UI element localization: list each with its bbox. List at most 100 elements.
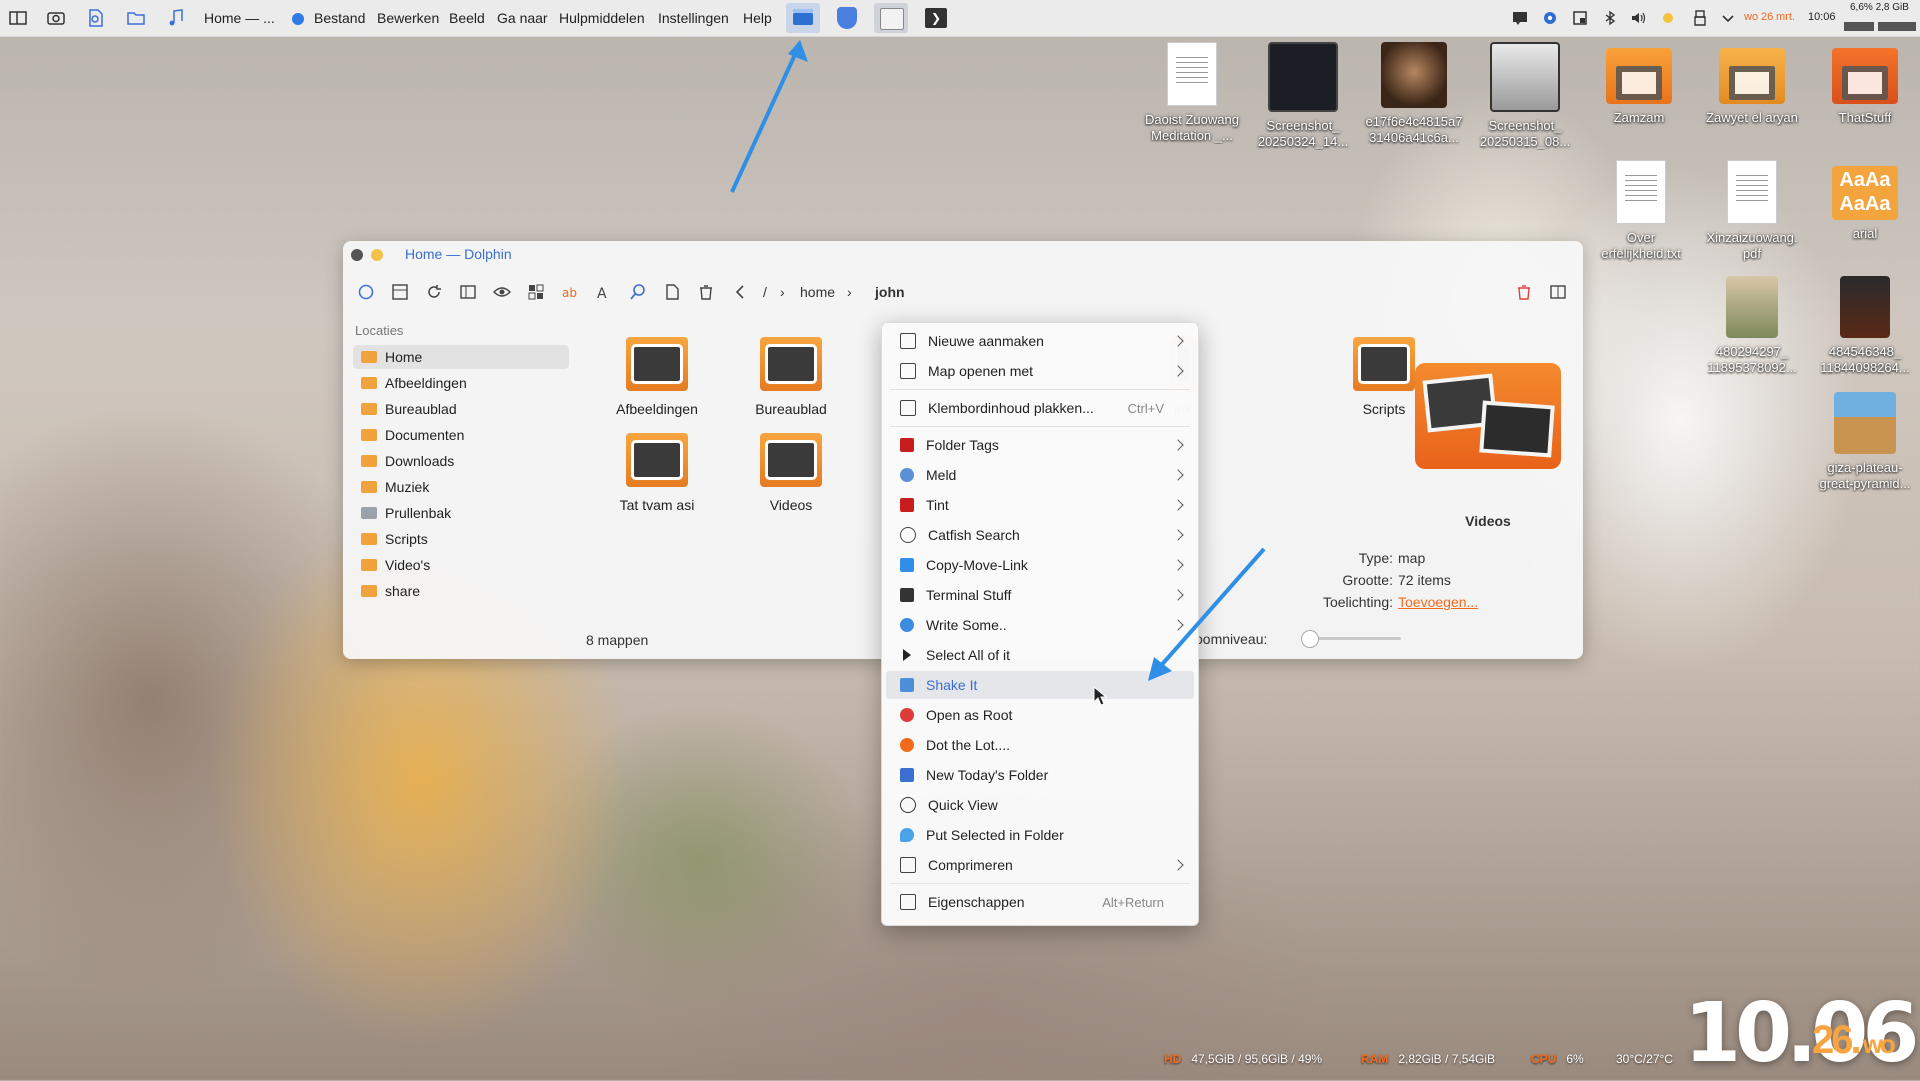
task-dolphin[interactable] xyxy=(786,3,820,33)
split-panel-icon[interactable] xyxy=(1547,281,1569,303)
desktop-icon-label: 484546348_ 11844098264... xyxy=(1820,344,1910,375)
menu-ga-naar[interactable]: Ga naar xyxy=(497,10,548,26)
chevron-down-icon[interactable] xyxy=(1718,8,1738,28)
top-panel: Home — ... Bestand Bewerken Beeld Ga naa… xyxy=(0,0,1920,37)
music-icon[interactable] xyxy=(164,6,188,30)
eye-icon[interactable] xyxy=(491,281,513,303)
menu-item-plakken[interactable]: Klembordinhoud plakken... Ctrl+V xyxy=(886,394,1194,422)
active-window-title[interactable]: Home — ... xyxy=(204,10,275,26)
back-icon[interactable] xyxy=(730,281,752,303)
sidebar-item-home[interactable]: Home xyxy=(353,345,569,369)
breadcrumb-home[interactable]: home xyxy=(800,284,835,300)
file-item-afbeeldingen[interactable]: Afbeeldingen xyxy=(597,337,717,417)
usb-icon[interactable] xyxy=(1690,8,1710,28)
notes-icon[interactable] xyxy=(1510,8,1530,28)
desktop-icon-document[interactable]: Over erfelijkheid.txt xyxy=(1586,160,1696,262)
desktop-icon-image[interactable]: giza-plateau- great-pyramid... xyxy=(1810,392,1920,492)
menu-beeld[interactable]: Beeld xyxy=(449,10,485,26)
split-view-icon[interactable] xyxy=(389,281,411,303)
menu-item-quick-view[interactable]: Quick View xyxy=(886,791,1194,819)
rename-icon[interactable]: ab xyxy=(559,281,581,303)
menu-item-tint[interactable]: Tint xyxy=(886,491,1194,519)
weather-icon[interactable] xyxy=(1658,8,1678,28)
file-item-tat-tvam-asi[interactable]: Tat tvam asi xyxy=(597,433,717,513)
folder-icon[interactable] xyxy=(124,6,148,30)
new-document-icon[interactable] xyxy=(661,281,683,303)
task-window[interactable] xyxy=(874,3,908,33)
volume-icon[interactable] xyxy=(1628,8,1648,28)
desktop-icon-document[interactable]: Daoist Zuowang Meditation _... xyxy=(1137,42,1247,144)
grid-view-icon[interactable] xyxy=(525,281,547,303)
desktop-icon-label: Zamzam xyxy=(1613,110,1665,125)
desktop-icon-image[interactable]: 484546348_ 11844098264... xyxy=(1810,276,1920,376)
tray-clock[interactable]: 10:06 xyxy=(1808,11,1836,23)
settings-icon[interactable] xyxy=(1540,8,1560,28)
menu-item-shake-it[interactable]: Shake It xyxy=(886,671,1194,699)
bluetooth-icon[interactable] xyxy=(1600,8,1620,28)
zoom-slider[interactable] xyxy=(1313,637,1401,640)
menu-bewerken[interactable]: Bewerken xyxy=(377,10,439,26)
trash-icon[interactable] xyxy=(695,281,717,303)
file-item-videos[interactable]: Videos xyxy=(731,433,851,513)
clipboard-icon[interactable] xyxy=(1570,8,1590,28)
sidebar-item-share[interactable]: share xyxy=(353,579,569,603)
menu-bestand[interactable]: Bestand xyxy=(314,10,365,26)
desktop-icon-image[interactable]: Screenshot_ 20250324_14... xyxy=(1248,42,1358,150)
sidebar-item-downloads[interactable]: Downloads xyxy=(353,449,569,473)
menu-item-dot-the-lot[interactable]: Dot the Lot.... xyxy=(886,731,1194,759)
sidebar-item-documenten[interactable]: Documenten xyxy=(353,423,569,447)
sidebar-item-scripts[interactable]: Scripts xyxy=(353,527,569,551)
desktop-icon-folder[interactable]: ThatStuff xyxy=(1810,48,1920,126)
sidebar-item-videos[interactable]: Video's xyxy=(353,553,569,577)
menu-item-select-all[interactable]: Select All of it xyxy=(886,641,1194,669)
desktop-icon-folder[interactable]: Zamzam xyxy=(1584,48,1694,126)
desktop-icon-font[interactable]: AaAa AaAa arial xyxy=(1810,166,1920,242)
search-icon[interactable] xyxy=(627,281,649,303)
zoom-slider-handle[interactable] xyxy=(1301,630,1319,648)
breadcrumb-root[interactable]: / xyxy=(763,284,767,300)
sidebar-item-prullenbak[interactable]: Prullenbak xyxy=(353,501,569,525)
desktop-icon-folder[interactable]: Zawyet el aryan xyxy=(1697,48,1807,126)
menu-item-new-todays-folder[interactable]: New Today's Folder xyxy=(886,761,1194,789)
screenshot-icon[interactable] xyxy=(44,6,68,30)
menu-item-put-selected[interactable]: Put Selected in Folder xyxy=(886,821,1194,849)
desktop-icon-image[interactable]: Screenshot_ 20250315_08... xyxy=(1470,42,1580,150)
menu-item-map-openen-met[interactable]: Map openen met xyxy=(886,357,1194,385)
menu-item-eigenschappen[interactable]: Eigenschappen Alt+Return xyxy=(886,888,1194,916)
sidebar-item-bureaublad[interactable]: Bureaublad xyxy=(353,397,569,421)
info-name: Videos xyxy=(1465,513,1511,529)
menu-item-terminal-stuff[interactable]: Terminal Stuff xyxy=(886,581,1194,609)
menu-item-open-as-root[interactable]: Open as Root xyxy=(886,701,1194,729)
menu-item-catfish-search[interactable]: Catfish Search xyxy=(886,521,1194,549)
menu-instellingen[interactable]: Instellingen xyxy=(658,10,729,26)
file-item-bureaublad[interactable]: Bureaublad xyxy=(731,337,851,417)
breadcrumb-john[interactable]: john xyxy=(875,284,905,300)
menu-item-folder-tags[interactable]: Folder Tags xyxy=(886,431,1194,459)
reload-icon[interactable] xyxy=(423,281,445,303)
task-terminal[interactable]: ❯ xyxy=(918,3,952,33)
sidebar-item-label: share xyxy=(385,583,421,599)
menu-item-copy-move-link[interactable]: Copy-Move-Link xyxy=(886,551,1194,579)
menu-item-write-some[interactable]: Write Some.. xyxy=(886,611,1194,639)
font-icon[interactable]: A xyxy=(593,281,615,303)
close-window-button[interactable] xyxy=(351,249,363,261)
circle-icon[interactable] xyxy=(355,281,377,303)
folder-icon xyxy=(361,533,377,545)
sidebar-item-afbeeldingen[interactable]: Afbeeldingen xyxy=(353,371,569,395)
desktop-icon-image[interactable]: 480294297_ 11895378092... xyxy=(1697,276,1807,376)
menu-help[interactable]: Help xyxy=(743,10,772,26)
menu-item-comprimeren[interactable]: Comprimeren xyxy=(886,851,1194,879)
desktop-icon-document[interactable]: Xinzaizuowang. pdf xyxy=(1697,160,1807,262)
info-comment-link[interactable]: Toevoegen... xyxy=(1398,594,1478,610)
panel-toggle-icon[interactable] xyxy=(457,281,479,303)
menu-hulpmiddelen[interactable]: Hulpmiddelen xyxy=(559,10,645,26)
trash-icon[interactable] xyxy=(1513,281,1535,303)
panel-icon[interactable] xyxy=(6,6,30,30)
sidebar-item-muziek[interactable]: Muziek xyxy=(353,475,569,499)
menu-item-nieuwe-aanmaken[interactable]: Nieuwe aanmaken xyxy=(886,327,1194,355)
menu-item-meld[interactable]: Meld xyxy=(886,461,1194,489)
task-brave[interactable] xyxy=(830,3,864,33)
minimize-window-button[interactable] xyxy=(371,249,383,261)
search-file-icon[interactable] xyxy=(84,6,108,30)
desktop-icon-image[interactable]: e17f6e4c4815a7 31406a41c6a... xyxy=(1359,42,1469,146)
